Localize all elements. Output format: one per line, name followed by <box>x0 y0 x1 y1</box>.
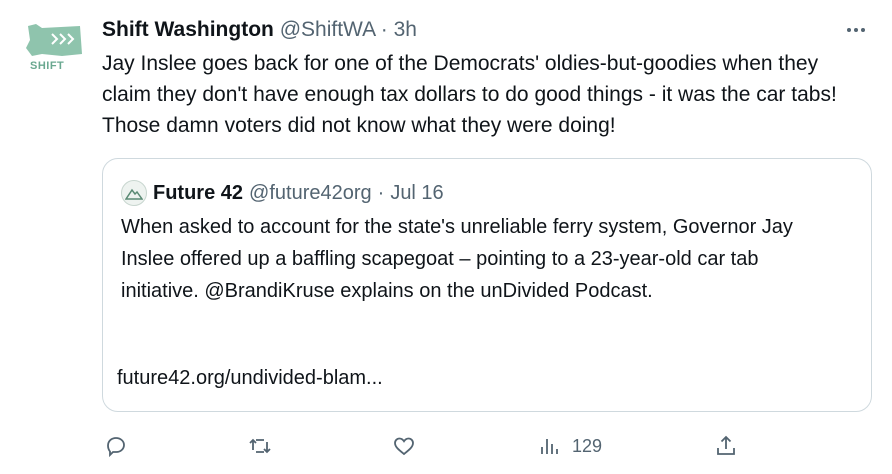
tweet-text: Jay Inslee goes back for one of the Demo… <box>102 52 837 137</box>
quoted-tweet-text: When asked to account for the state's un… <box>121 216 793 302</box>
share-button[interactable] <box>714 428 738 464</box>
more-dot-icon <box>861 28 865 32</box>
retweet-button[interactable] <box>248 428 272 464</box>
separator-dot: · <box>380 18 388 41</box>
author-handle[interactable]: @ShiftWA <box>280 18 375 41</box>
share-icon <box>717 435 735 455</box>
quoted-author-handle: @future42org <box>249 182 372 204</box>
more-dot-icon <box>854 28 858 32</box>
separator-dot: · <box>377 182 385 204</box>
tweet-action-bar: 129 <box>0 428 892 464</box>
quoted-tweet-link[interactable]: future42.org/undivided-blam... <box>117 363 383 393</box>
tweet-header: Shift Washington @ShiftWA · 3h <box>102 16 417 44</box>
quoted-author-name: Future 42 <box>153 182 244 204</box>
more-dot-icon <box>847 28 851 32</box>
quoted-author-avatar <box>121 180 147 206</box>
washington-state-logo-icon <box>26 24 82 56</box>
views-count: 129 <box>572 435 603 456</box>
reply-button[interactable] <box>104 428 128 464</box>
like-button[interactable] <box>392 428 416 464</box>
more-options-button[interactable] <box>838 18 874 42</box>
quoted-tweet-timestamp: Jul 16 <box>390 182 444 204</box>
views-button[interactable]: 129 <box>538 428 602 464</box>
tweet-timestamp[interactable]: 3h <box>394 18 417 41</box>
avatar-label: SHIFT <box>30 60 65 72</box>
mountain-logo-icon <box>125 188 143 200</box>
quoted-tweet-card[interactable]: Future 42 @future42org · Jul 16 When ask… <box>102 158 872 412</box>
heart-icon <box>394 437 414 456</box>
quoted-tweet-header: Future 42 @future42org · Jul 16 <box>121 179 444 207</box>
author-name[interactable]: Shift Washington <box>102 18 274 41</box>
reply-icon <box>107 437 125 458</box>
views-icon <box>541 439 558 454</box>
retweet-icon <box>249 438 271 454</box>
